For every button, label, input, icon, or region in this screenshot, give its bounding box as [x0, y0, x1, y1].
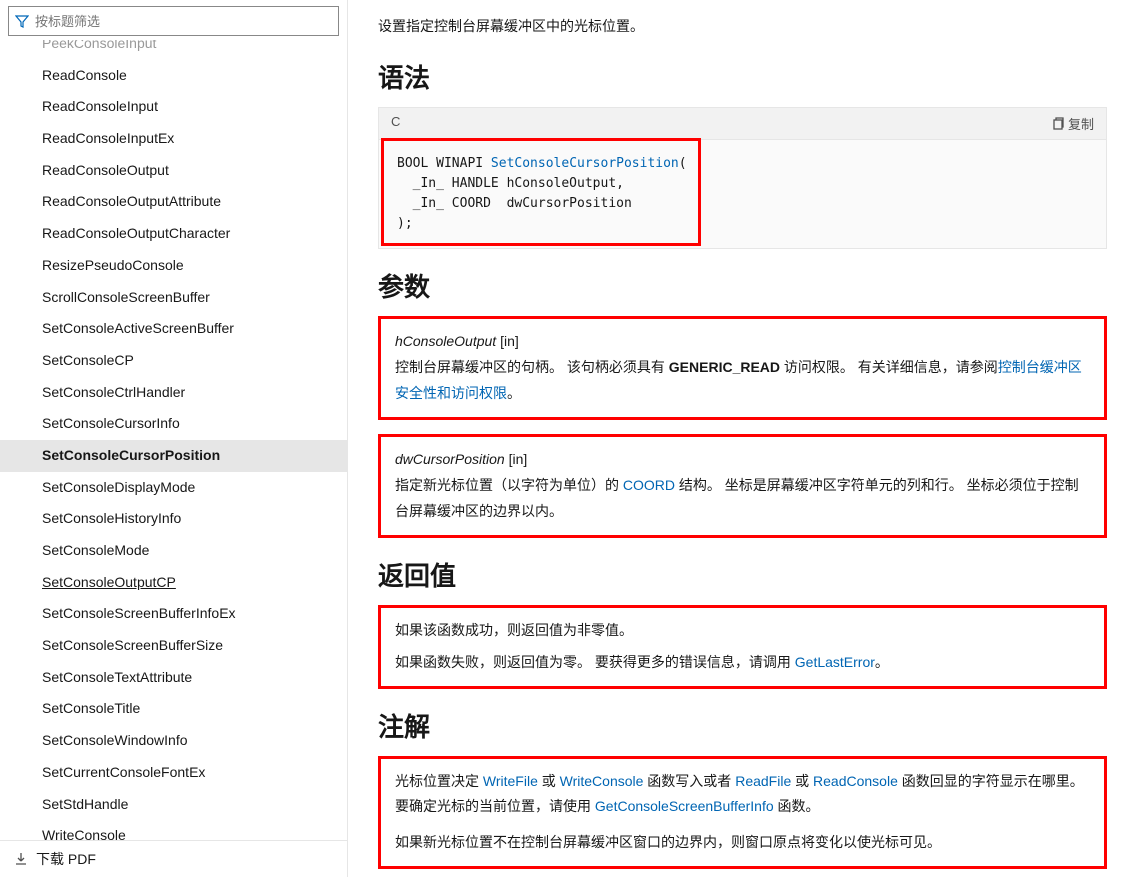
sidebar-item-readconsole[interactable]: ReadConsole: [0, 60, 347, 92]
link-readfile[interactable]: ReadFile: [735, 773, 791, 789]
link-coord[interactable]: COORD: [623, 477, 675, 493]
page-intro: 设置指定控制台屏幕缓冲区中的光标位置。: [378, 14, 1107, 40]
sidebar: PeekConsoleInputReadConsoleReadConsoleIn…: [0, 0, 348, 877]
main-content: 设置指定控制台屏幕缓冲区中的光标位置。 语法 C 复制 BOOL WINAPI …: [348, 0, 1131, 877]
return-block: 如果该函数成功，则返回值为非零值。 如果函数失败，则返回值为零。 要获得更多的错…: [378, 605, 1107, 689]
sidebar-item-readconsoleinputex[interactable]: ReadConsoleInputEx: [0, 123, 347, 155]
sidebar-item-setconsoleoutputcp[interactable]: SetConsoleOutputCP: [0, 567, 347, 599]
sidebar-item-setconsolecursorposition[interactable]: SetConsoleCursorPosition: [0, 440, 347, 472]
sidebar-item-setconsolectrlhandler[interactable]: SetConsoleCtrlHandler: [0, 377, 347, 409]
sidebar-item-setconsoleactivescreenbuffer[interactable]: SetConsoleActiveScreenBuffer: [0, 313, 347, 345]
sidebar-item-readconsoleoutput[interactable]: ReadConsoleOutput: [0, 155, 347, 187]
sidebar-item-setconsolecp[interactable]: SetConsoleCP: [0, 345, 347, 377]
download-pdf-label: 下载 PDF: [36, 849, 96, 869]
copy-label: 复制: [1068, 114, 1094, 133]
copy-icon: [1051, 117, 1064, 130]
sidebar-item-peekconsoleinput[interactable]: PeekConsoleInput: [0, 40, 347, 60]
sidebar-item-setconsolemode[interactable]: SetConsoleMode: [0, 535, 347, 567]
heading-params: 参数: [378, 267, 1107, 304]
code-block: C 复制 BOOL WINAPI SetConsoleCursorPositio…: [378, 107, 1107, 250]
nav-scroll[interactable]: PeekConsoleInputReadConsoleReadConsoleIn…: [0, 40, 347, 840]
download-icon: [14, 852, 28, 866]
sidebar-item-scrollconsolescreenbuffer[interactable]: ScrollConsoleScreenBuffer: [0, 282, 347, 314]
sidebar-item-readconsoleinput[interactable]: ReadConsoleInput: [0, 91, 347, 123]
sidebar-item-readconsoleoutputattribute[interactable]: ReadConsoleOutputAttribute: [0, 186, 347, 218]
sidebar-item-setconsolescreenbuffersize[interactable]: SetConsoleScreenBufferSize: [0, 630, 347, 662]
sidebar-item-setconsoletitle[interactable]: SetConsoleTitle: [0, 693, 347, 725]
link-readconsole[interactable]: ReadConsole: [813, 773, 898, 789]
param2-dir: [in]: [509, 451, 528, 467]
param1-name: hConsoleOutput: [395, 333, 496, 349]
sidebar-item-setstdhandle[interactable]: SetStdHandle: [0, 789, 347, 821]
filter-icon: [15, 14, 29, 28]
param1-dir: [in]: [500, 333, 519, 349]
param2-name: dwCursorPosition: [395, 451, 505, 467]
sidebar-item-setconsolescreenbufferinfoex[interactable]: SetConsoleScreenBufferInfoEx: [0, 598, 347, 630]
sidebar-item-setconsolecursorinfo[interactable]: SetConsoleCursorInfo: [0, 408, 347, 440]
param-dwcursor: dwCursorPosition [in] 指定新光标位置（以字符为单位）的 C…: [378, 434, 1107, 538]
link-getlasterror[interactable]: GetLastError: [795, 654, 875, 670]
sidebar-item-setconsoledisplaymode[interactable]: SetConsoleDisplayMode: [0, 472, 347, 504]
heading-notes: 注解: [378, 707, 1107, 744]
sidebar-item-setconsolewindowinfo[interactable]: SetConsoleWindowInfo: [0, 725, 347, 757]
copy-button[interactable]: 复制: [1051, 114, 1094, 133]
download-pdf[interactable]: 下载 PDF: [0, 840, 347, 877]
sidebar-item-setconsolehistoryinfo[interactable]: SetConsoleHistoryInfo: [0, 503, 347, 535]
code-lang-label: C: [391, 114, 400, 133]
sidebar-item-writeconsole[interactable]: WriteConsole: [0, 820, 347, 840]
notes-block: 光标位置决定 WriteFile 或 WriteConsole 函数写入或者 R…: [378, 756, 1107, 870]
notes-p2: 如果新光标位置不在控制台屏幕缓冲区窗口的边界内，则窗口原点将变化以使光标可见。: [395, 830, 1090, 856]
sidebar-item-setconsoletextattribute[interactable]: SetConsoleTextAttribute: [0, 662, 347, 694]
code-body: BOOL WINAPI SetConsoleCursorPosition( _I…: [379, 140, 1106, 249]
heading-return: 返回值: [378, 556, 1107, 593]
filter-input[interactable]: [35, 14, 332, 29]
param-hconsole: hConsoleOutput [in] 控制台屏幕缓冲区的句柄。 该句柄必须具有…: [378, 316, 1107, 420]
filter-box[interactable]: [8, 6, 339, 36]
heading-syntax: 语法: [378, 58, 1107, 95]
sidebar-item-resizepseudoconsole[interactable]: ResizePseudoConsole: [0, 250, 347, 282]
sidebar-item-readconsoleoutputcharacter[interactable]: ReadConsoleOutputCharacter: [0, 218, 347, 250]
link-writeconsole[interactable]: WriteConsole: [560, 773, 644, 789]
sidebar-item-setcurrentconsolefontex[interactable]: SetCurrentConsoleFontEx: [0, 757, 347, 789]
link-writefile[interactable]: WriteFile: [483, 773, 538, 789]
return-ok: 如果该函数成功，则返回值为非零值。: [395, 618, 1090, 644]
link-getcsbi[interactable]: GetConsoleScreenBufferInfo: [595, 798, 774, 814]
